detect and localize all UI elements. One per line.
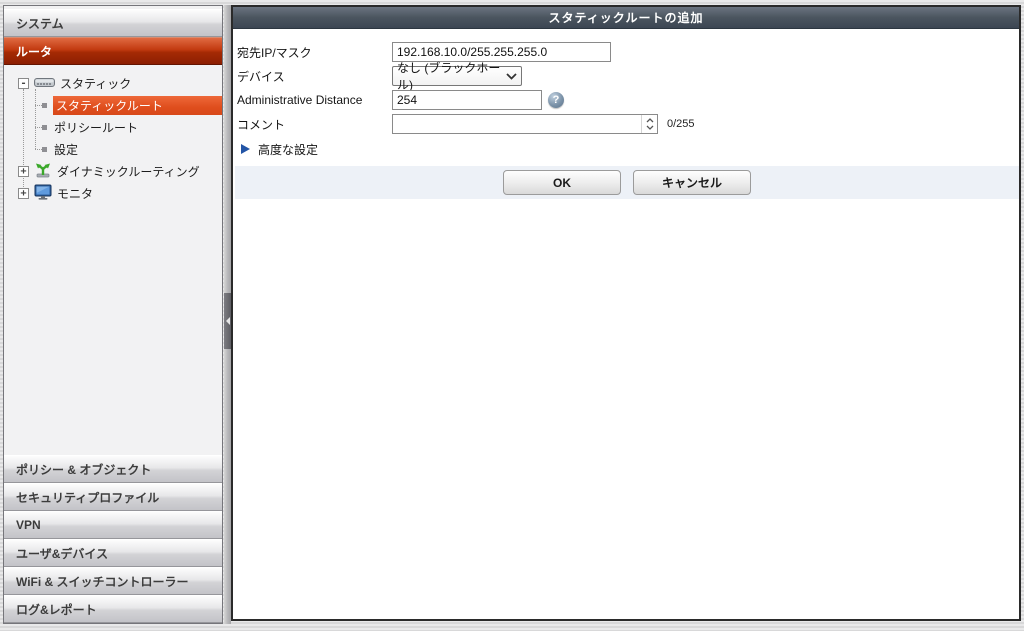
tree-bullet-icon bbox=[42, 147, 47, 152]
chevron-down-icon bbox=[506, 69, 517, 83]
form-row-device: デバイス なし (ブラックホール) bbox=[235, 66, 1019, 86]
sidebar-item-router[interactable]: ルータ bbox=[4, 37, 222, 65]
comment-char-counter: 0/255 bbox=[667, 118, 695, 130]
expand-expander-icon[interactable]: + bbox=[18, 166, 29, 177]
chevron-down-icon bbox=[646, 125, 654, 130]
main-panel: スタティックルートの追加 宛先IP/マスク デバイス なし (ブラックホール) … bbox=[231, 5, 1021, 621]
sidebar-top-nav: システム ルータ bbox=[4, 6, 222, 65]
sidebar-item-log-report[interactable]: ログ&レポート bbox=[4, 595, 222, 623]
sidebar-item-policy-objects[interactable]: ポリシー & オブジェクト bbox=[4, 455, 222, 483]
page-title: スタティックルートの追加 bbox=[233, 7, 1019, 29]
monitor-icon bbox=[34, 184, 52, 203]
cancel-button[interactable]: キャンセル bbox=[633, 170, 751, 195]
sidebar-item-security-profiles[interactable]: セキュリティプロファイル bbox=[4, 483, 222, 511]
administrative-distance-label: Administrative Distance bbox=[235, 93, 392, 107]
tree-item-label: モニタ bbox=[57, 185, 93, 202]
comment-input[interactable] bbox=[393, 115, 641, 133]
tree-item-settings[interactable]: 設定 bbox=[4, 139, 222, 159]
sidebar-bottom-nav: ポリシー & オブジェクト セキュリティプロファイル VPN ユーザ&デバイス … bbox=[4, 455, 222, 623]
comment-field bbox=[392, 114, 658, 134]
form-row-comment: コメント 0/255 bbox=[235, 114, 1019, 134]
help-icon[interactable]: ? bbox=[548, 92, 564, 108]
expand-expander-icon[interactable]: + bbox=[18, 188, 29, 199]
sidebar-item-wifi-switch-controller[interactable]: WiFi & スイッチコントローラー bbox=[4, 567, 222, 595]
tree-item-monitor[interactable]: + モニタ bbox=[4, 183, 222, 203]
router-icon bbox=[34, 75, 55, 92]
sidebar-item-vpn[interactable]: VPN bbox=[4, 511, 222, 539]
comment-label: コメント bbox=[235, 116, 392, 133]
ok-button[interactable]: OK bbox=[503, 170, 621, 195]
advanced-settings-label: 高度な設定 bbox=[258, 141, 318, 158]
tree-item-static-route[interactable]: スタティックルート bbox=[4, 95, 222, 115]
tree-bullet-icon bbox=[42, 125, 47, 130]
tree-item-label: スタティック bbox=[60, 75, 131, 92]
tree-item-static[interactable]: - スタティック bbox=[4, 73, 222, 93]
collapse-expander-icon[interactable]: - bbox=[18, 78, 29, 89]
administrative-distance-input[interactable] bbox=[392, 90, 542, 110]
device-select[interactable]: なし (ブラックホール) bbox=[392, 66, 522, 86]
tree-item-label-selected: スタティックルート bbox=[53, 96, 222, 115]
sidebar: システム ルータ - スタティック スタティックルート bbox=[3, 5, 223, 624]
tree-item-label: ポリシールート bbox=[54, 119, 138, 136]
tree-item-label: 設定 bbox=[54, 141, 78, 158]
sidebar-item-user-device[interactable]: ユーザ&デバイス bbox=[4, 539, 222, 567]
sidebar-splitter[interactable] bbox=[224, 5, 231, 624]
device-label: デバイス bbox=[235, 68, 392, 85]
form-action-bar: OK キャンセル bbox=[235, 166, 1019, 199]
tree-item-dynamic-routing[interactable]: + ダイナミックルーティング bbox=[4, 161, 222, 181]
form-row-distance: Administrative Distance ? bbox=[235, 90, 1019, 110]
sidebar-item-system[interactable]: システム bbox=[4, 9, 222, 37]
form-row-destination: 宛先IP/マスク bbox=[235, 42, 1019, 62]
tree-item-label: ダイナミックルーティング bbox=[57, 163, 200, 180]
resize-stepper[interactable] bbox=[641, 115, 657, 133]
advanced-settings-toggle[interactable]: 高度な設定 bbox=[241, 141, 1019, 157]
sidebar-collapse-handle[interactable] bbox=[224, 293, 231, 349]
tree-item-policy-route[interactable]: ポリシールート bbox=[4, 117, 222, 137]
collapse-left-arrow-icon bbox=[226, 317, 230, 325]
device-select-value: なし (ブラックホール) bbox=[397, 59, 506, 93]
chevron-up-icon bbox=[646, 118, 654, 123]
tree-bullet-icon bbox=[42, 103, 47, 108]
dynamic-routing-icon bbox=[34, 162, 52, 181]
triangle-right-icon bbox=[241, 144, 250, 154]
destination-label: 宛先IP/マスク bbox=[235, 44, 392, 61]
static-route-form: 宛先IP/マスク デバイス なし (ブラックホール) Administrativ… bbox=[233, 29, 1019, 199]
